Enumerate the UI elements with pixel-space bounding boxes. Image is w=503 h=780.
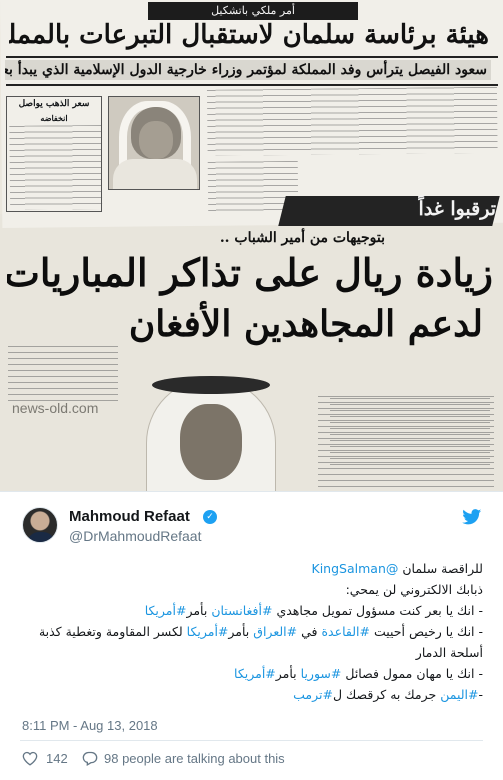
hashtag-link[interactable]: #العراق (253, 624, 297, 639)
hashtag-link[interactable]: #ترمب (293, 687, 333, 702)
tweet-text-span: للراقصة سلمان (402, 561, 483, 576)
face-shape (139, 121, 173, 159)
tweet-line: للراقصة سلمان @KingSalman (20, 558, 483, 579)
gold-price-subtitle: انخفاضه (40, 113, 68, 123)
people-talking-link[interactable]: 98 people are talking about this (104, 751, 285, 766)
teaser-banner-text: ترقبوا غداً (418, 198, 496, 220)
headline-4: لدعم المجاهدين الأفغان (128, 303, 483, 345)
article-text-column (318, 396, 494, 490)
author-handle[interactable]: @DrMahmoudRefaat (69, 528, 202, 544)
heart-icon[interactable] (22, 751, 38, 766)
agal-shape (152, 376, 270, 394)
tweet-timestamp[interactable]: 8:11 PM - Aug 13, 2018 (22, 718, 158, 733)
tweet-text-span: في (301, 624, 318, 639)
tweet-line: - انك يا بعر كنت مسؤول تمويل مجاهدي #أفغ… (20, 600, 483, 621)
divider (20, 740, 483, 741)
headline-2: سعود الفيصل يترأس وفد المملكة لمؤتمر وزر… (5, 60, 491, 80)
watermark-text: news-old.com (12, 400, 99, 416)
hashtag-link[interactable]: #القاعدة (322, 624, 370, 639)
tweet-line: - انك يا مهان ممول فصائل #سوريا بأمر#أمر… (20, 663, 483, 684)
tweet-text-span: بأمر (228, 624, 250, 639)
tweet-line: -#اليمن جرمك به كرقصك ل#ترمب (20, 684, 483, 705)
hashtag-link[interactable]: #أمريكا (145, 603, 187, 618)
avatar[interactable] (22, 507, 58, 543)
kicker-line: بتوجيهات من أمير الشباب .. (219, 230, 385, 246)
tweet-text-span: ذبابك الالكتروني لن يمحي: (345, 582, 483, 597)
portrait-photo-2 (128, 360, 296, 491)
tweet-text-span: جرمك به كرقصك ل (332, 687, 437, 702)
twitter-bird-icon[interactable] (462, 509, 482, 525)
verified-badge-icon: ✓ (203, 510, 217, 524)
gold-price-box: سعر الذهب يواصل انخفاضه (6, 96, 102, 212)
author-display-name[interactable]: Mahmoud Refaat (69, 508, 190, 525)
masthead-strip: أمر ملكي باتشكيل (148, 2, 358, 20)
tweet-line: ذبابك الالكتروني لن يمحي: (20, 579, 483, 600)
article-text-column (8, 346, 118, 406)
hashtag-link[interactable]: #أمريكا (187, 624, 229, 639)
robe-shape (113, 159, 197, 189)
speech-bubble-icon[interactable] (82, 751, 98, 766)
article-text-column (206, 86, 498, 156)
tweet-text-span: - انك يا بعر كنت مسؤول تمويل مجاهدي (276, 603, 483, 618)
tweet-text: للراقصة سلمان @KingSalman ذبابك الالكترو… (20, 558, 483, 705)
tweet-line: - انك يا رخيص أحييت #القاعدة في #العراق … (20, 621, 483, 663)
tweet-media-image[interactable]: أمر ملكي باتشكيل هيئة برئاسة سلمان لاستق… (0, 0, 503, 492)
hashtag-link[interactable]: #سوريا (301, 666, 342, 681)
tweet-text-span: - انك يا مهان ممول فصائل (345, 666, 483, 681)
hashtag-link[interactable]: #أفغانستان (211, 603, 272, 618)
rule-line (6, 56, 498, 58)
tweet-text-span: - انك يا رخيص أحييت (373, 624, 483, 639)
avatar-shirt (27, 532, 55, 542)
face-shape (180, 404, 242, 480)
tweet-text-span: - (478, 687, 483, 702)
gold-price-title: سعر الذهب يواصل (18, 99, 90, 109)
hashtag-link[interactable]: #أمريكا (234, 666, 276, 681)
headline-1: هيئة برئاسة سلمان لاستقبال التبرعات بالم… (9, 20, 489, 50)
hashtag-link[interactable]: #اليمن (440, 687, 478, 702)
tweet-text-span: بأمر (275, 666, 297, 681)
tweet-text-span: بأمر (186, 603, 208, 618)
headline-3: زيادة ريال على تذاكر المباريات (7, 250, 493, 295)
portrait-photo-1 (108, 96, 200, 190)
mention-link[interactable]: @KingSalman (312, 561, 399, 576)
like-count[interactable]: 142 (46, 751, 68, 766)
rule-line (6, 84, 498, 86)
